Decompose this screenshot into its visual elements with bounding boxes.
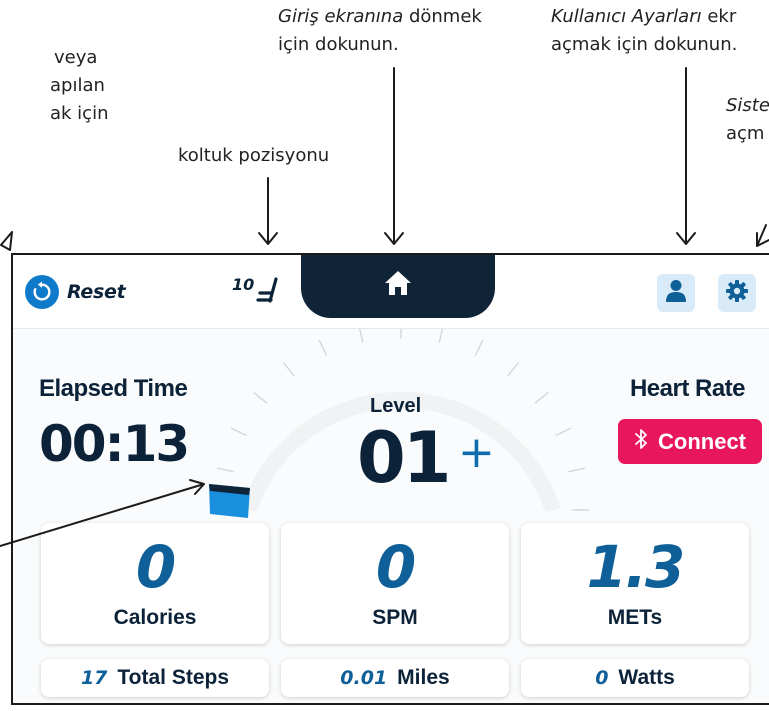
- left-callout: veya apılan ak için: [0, 44, 108, 128]
- home-icon: [384, 269, 412, 302]
- level-indicator: [209, 484, 250, 518]
- mets-value: 1.3: [586, 533, 686, 601]
- level-increase-button[interactable]: +: [458, 431, 495, 475]
- total-steps-label: Total Steps: [117, 666, 230, 689]
- total-steps-value: 17: [80, 667, 108, 689]
- arrow-settings: [756, 224, 769, 247]
- spm-value: 0: [375, 533, 416, 601]
- spm-label: SPM: [372, 606, 418, 629]
- gauge-tick: [318, 339, 328, 356]
- arrow-seat: [258, 177, 278, 245]
- watts-card: 0 Watts: [521, 659, 749, 697]
- watts-value: 0: [595, 667, 609, 689]
- home-callout-line2: için dokunun.: [278, 34, 399, 55]
- user-callout-italic: Kullanıcı Ayarları: [551, 6, 702, 27]
- level-value: 01: [357, 417, 451, 499]
- gauge-tick: [568, 467, 585, 473]
- seat-callout: koltuk pozisyonu: [178, 145, 330, 166]
- gear-icon: [725, 279, 749, 308]
- heart-rate-label: Heart Rate: [629, 375, 746, 402]
- miles-card: 0.01 Miles: [281, 659, 509, 697]
- gauge-tick: [438, 325, 444, 344]
- user-callout-text: ekr: [701, 6, 737, 27]
- system-callout-line2: açm: [726, 123, 765, 144]
- left-callout-line: ak için: [50, 103, 109, 124]
- top-bar: Reset 10: [13, 255, 769, 329]
- mets-card: 1.3 METs: [521, 523, 749, 644]
- gauge-tick: [474, 339, 484, 356]
- bluetooth-icon: [634, 428, 648, 455]
- gauge-tick: [216, 467, 235, 473]
- elapsed-time-label: Elapsed Time: [39, 375, 188, 402]
- system-callout: Siste açm: [726, 92, 769, 148]
- miles-label: Miles: [397, 666, 450, 689]
- system-settings-button[interactable]: [718, 274, 756, 312]
- user-settings-button[interactable]: [657, 274, 695, 312]
- gauge-tick: [283, 362, 295, 377]
- arrow-left: [0, 231, 13, 251]
- gauge-tick: [555, 427, 572, 437]
- calories-card: 0 Calories: [41, 523, 269, 644]
- seat-icon: [256, 275, 282, 310]
- watts-label: Watts: [618, 666, 675, 689]
- home-callout-italic: Giriş ekranına: [278, 6, 404, 27]
- home-callout-text: dönmek: [403, 6, 482, 27]
- gauge-tick: [534, 392, 549, 404]
- gauge-tick: [507, 362, 519, 377]
- miles-value: 0.01: [340, 667, 388, 689]
- reset-button[interactable]: Reset: [25, 274, 126, 310]
- arrow-user: [676, 67, 696, 245]
- level-label: Level: [370, 395, 422, 417]
- gauge-tick: [230, 427, 247, 437]
- left-callout-line: veya: [54, 47, 98, 68]
- heart-rate-connect-button[interactable]: Connect: [618, 419, 762, 464]
- spm-card: 0 SPM: [281, 523, 509, 644]
- arrow-home: [384, 67, 404, 245]
- reset-icon: [25, 275, 59, 309]
- calories-value: 0: [135, 533, 176, 601]
- console-screen: Reset 10 Elapsed Time 00:13 Level 01 + H…: [11, 253, 769, 705]
- connect-label: Connect: [658, 428, 746, 454]
- mets-label: METs: [607, 606, 663, 629]
- home-callout: Giriş ekranına dönmek için dokunun.: [278, 3, 482, 59]
- total-steps-card: 17 Total Steps: [41, 659, 269, 697]
- home-button[interactable]: [301, 255, 495, 318]
- seat-value: 10: [232, 275, 255, 294]
- gauge-tick: [253, 392, 268, 404]
- system-callout-line1: Siste: [726, 95, 769, 116]
- reset-label: Reset: [67, 281, 126, 303]
- elapsed-time-value: 00:13: [39, 415, 190, 473]
- left-callout-line: apılan: [50, 75, 105, 96]
- user-icon: [665, 279, 687, 308]
- gauge-tick: [358, 325, 364, 344]
- user-callout-line2: açmak için dokunun.: [551, 34, 738, 55]
- calories-label: Calories: [113, 606, 197, 629]
- seat-position: 10: [232, 275, 282, 310]
- user-callout: Kullanıcı Ayarları ekr açmak için dokunu…: [551, 3, 737, 59]
